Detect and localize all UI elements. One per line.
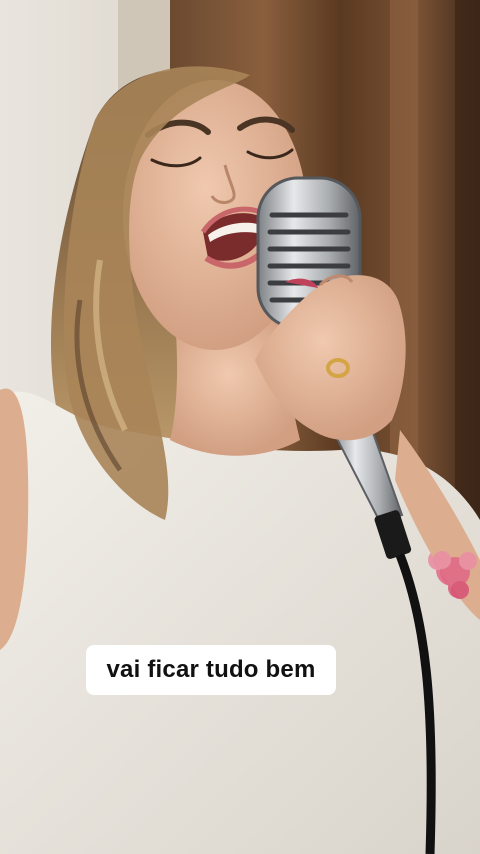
video-frame: vai ficar tudo bem (0, 0, 480, 854)
subtitle-caption: vai ficar tudo bem (86, 645, 336, 695)
video-still (0, 0, 480, 854)
subtitle-text: vai ficar tudo bem (106, 656, 316, 683)
